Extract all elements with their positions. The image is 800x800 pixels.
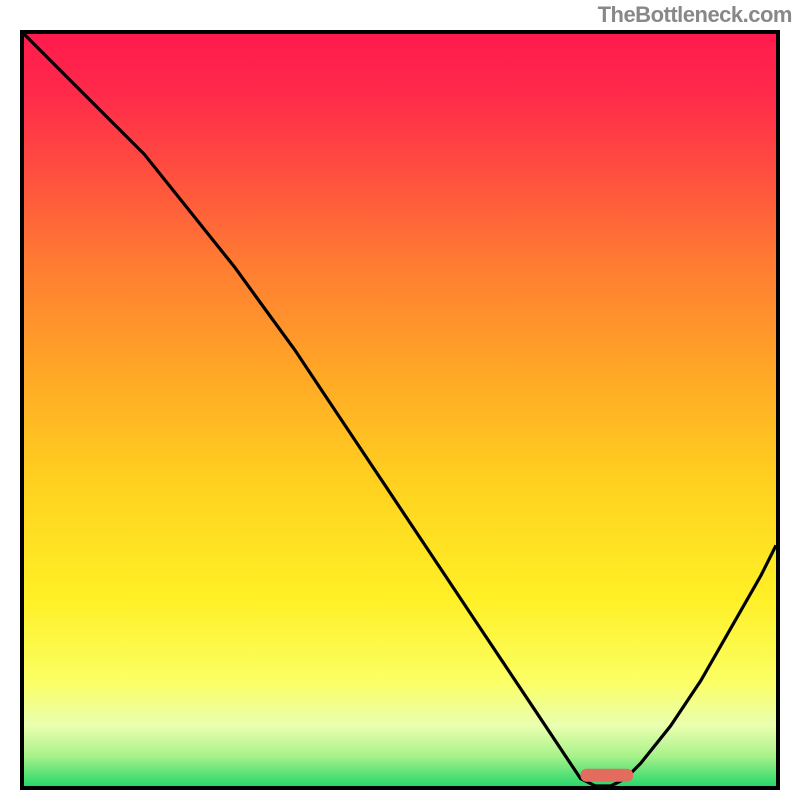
optimal-marker [581, 769, 634, 782]
chart-svg [24, 34, 776, 786]
plot-area [20, 30, 780, 790]
chart-container: TheBottleneck.com [0, 0, 800, 800]
watermark-text: TheBottleneck.com [598, 2, 792, 28]
